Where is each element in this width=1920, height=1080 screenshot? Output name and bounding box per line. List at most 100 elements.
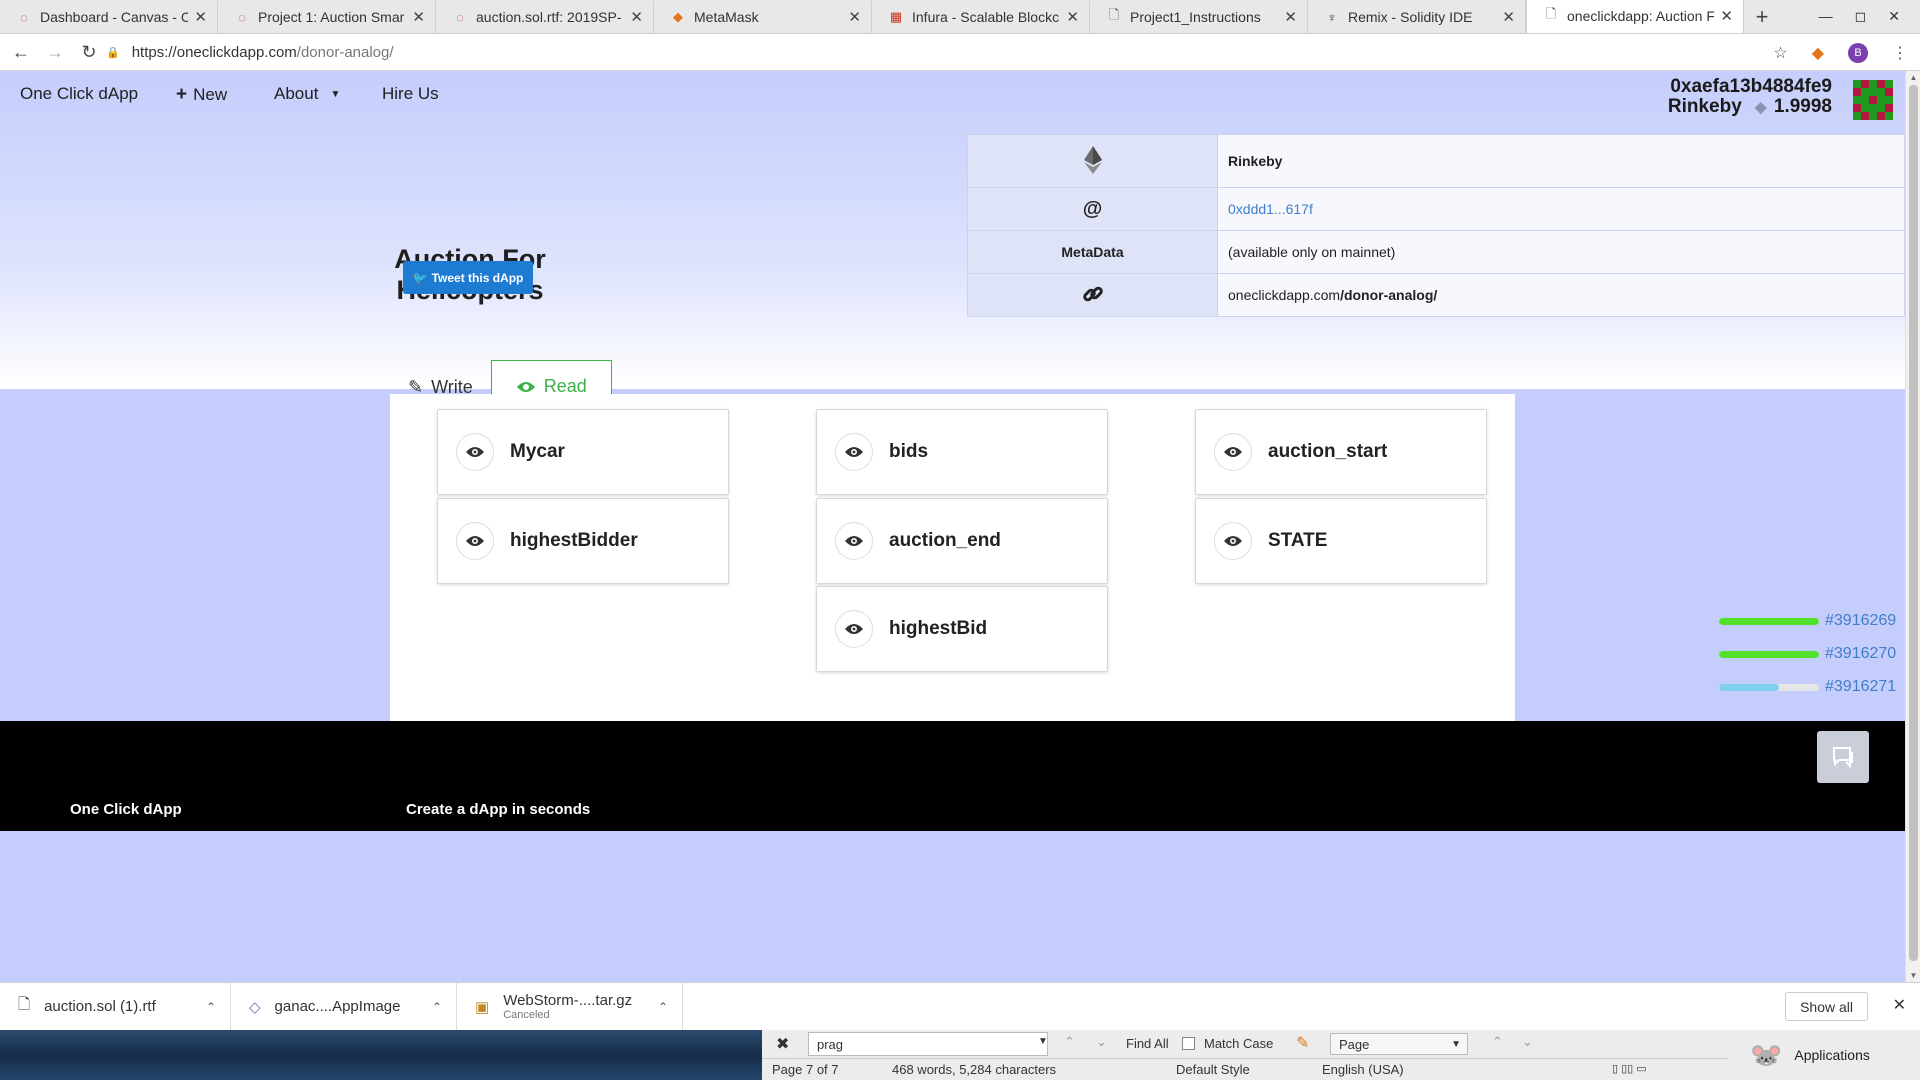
identicon-cell [1869, 80, 1877, 88]
close-icon[interactable]: ✕ [1893, 995, 1906, 1015]
chevron-up-icon[interactable]: ⌃ [658, 1000, 668, 1014]
close-window-icon[interactable]: ✕ [1888, 8, 1900, 25]
tab-close-icon[interactable]: ✕ [1284, 8, 1297, 26]
chevron-up-icon[interactable]: ⌃ [206, 1000, 216, 1014]
tab-close-icon[interactable]: ✕ [848, 8, 861, 26]
find-previous-icon[interactable]: ⌃ [1064, 1034, 1075, 1050]
footer-brand: One Click dApp [70, 801, 182, 818]
bookmark-star-icon[interactable]: ☆ [1773, 43, 1787, 63]
browser-tab-title: MetaMask [694, 9, 759, 25]
close-find-icon[interactable]: ✖ [776, 1034, 789, 1054]
download-item[interactable]: ▣ WebStorm-....tar.gz Canceled ⌃ [457, 982, 683, 1031]
browser-tab-title: Infura - Scalable Blockc [912, 9, 1060, 25]
scroll-down-icon[interactable]: ▼ [1906, 971, 1920, 980]
download-item[interactable]: ◇ ganac....AppImage ⌃ [231, 982, 457, 1031]
block-number-link[interactable]: #3916271 [1825, 678, 1896, 696]
account-identicon [1853, 80, 1893, 120]
read-function-card[interactable]: bids [816, 409, 1108, 495]
function-name: Mycar [510, 441, 565, 462]
eye-icon [835, 522, 873, 560]
browser-tab[interactable]: ♆ Remix - Solidity IDE ✕ [1308, 1, 1526, 33]
read-function-card[interactable]: highestBidder [437, 498, 729, 584]
url-field[interactable]: 🔒 https://oneclickdapp.com/donor-analog/ [106, 38, 1762, 67]
tab-close-icon[interactable]: ✕ [194, 8, 207, 26]
block-progress-fill [1719, 683, 1779, 691]
new-button[interactable]: + New [176, 84, 227, 106]
contract-address-link[interactable]: 0xddd1...617f [1228, 201, 1313, 217]
tab-close-icon[interactable]: ✕ [1502, 8, 1515, 26]
find-next-icon[interactable]: ⌄ [1096, 1034, 1107, 1050]
metamask-extension-icon[interactable]: ◆ [1812, 43, 1824, 63]
browser-tab-title: Project1_Instructions [1130, 9, 1261, 25]
back-icon[interactable]: ← [4, 42, 38, 63]
block-number-link[interactable]: #3916270 [1825, 645, 1896, 663]
block-progress-bar [1719, 650, 1819, 658]
identicon-cell [1885, 88, 1893, 96]
read-function-card[interactable]: auction_end [816, 498, 1108, 584]
browser-tab[interactable]: ◆ MetaMask ✕ [654, 1, 872, 33]
browser-tab[interactable]: ◌ Project 1: Auction Smar ✕ [218, 1, 436, 33]
tab-close-icon[interactable]: ✕ [1066, 8, 1079, 26]
identicon-cell [1877, 88, 1885, 96]
eye-icon [835, 610, 873, 648]
profile-avatar[interactable]: B [1848, 42, 1868, 63]
tab-close-icon[interactable]: ✕ [630, 8, 643, 26]
about-dropdown[interactable]: About ▼ [274, 84, 340, 104]
browser-tab[interactable]: 🗋 oneclickdapp: Auction F ✕ [1526, 0, 1744, 33]
page-previous-icon[interactable]: ⌃ [1492, 1034, 1503, 1050]
page-select[interactable]: Page ▼ [1330, 1033, 1468, 1055]
read-function-card[interactable]: STATE [1195, 498, 1487, 584]
metadata-key: MetaData [967, 230, 1218, 274]
share-link[interactable]: oneclickdapp.com/donor-analog/ [1217, 273, 1905, 317]
find-dropdown-icon[interactable]: ▼ [1038, 1036, 1048, 1047]
reload-icon[interactable]: ↻ [72, 42, 106, 63]
match-case-checkbox[interactable] [1182, 1037, 1195, 1050]
function-name: auction_start [1268, 441, 1388, 462]
document-icon: 🗋 [1108, 7, 1120, 22]
hire-us-link[interactable]: Hire Us [382, 84, 439, 104]
find-replace-icon[interactable]: ✎ [1296, 1033, 1309, 1053]
browser-tab[interactable]: 🗋 Project1_Instructions ✕ [1090, 1, 1308, 33]
block-progress-bar [1719, 617, 1819, 625]
new-tab-button[interactable]: + [1744, 1, 1780, 33]
block-number-link[interactable]: #3916269 [1825, 612, 1896, 630]
brand-link[interactable]: One Click dApp [20, 84, 138, 104]
browser-tab[interactable]: ◌ Dashboard - Canvas - C ✕ [0, 1, 218, 33]
read-function-card[interactable]: auction_start [1195, 409, 1487, 495]
forward-icon[interactable]: → [38, 42, 72, 63]
url-host: https://oneclickdapp.com [131, 44, 297, 61]
block-confirmation: #3916270 [1719, 645, 1896, 663]
lock-icon: 🔒 [106, 47, 120, 59]
page-scrollbar[interactable]: ▲ ▼ [1905, 71, 1920, 982]
tab-close-icon[interactable]: ✕ [1720, 7, 1733, 25]
account-address: 0xaefa13b4884fe9 [1670, 76, 1832, 97]
tweet-button[interactable]: 🐦 Tweet this dApp [403, 261, 533, 294]
applications-menu[interactable]: 🐭 Applications [1728, 1030, 1920, 1080]
view-layout-icon[interactable]: ▯ ▯▯ ▭ [1612, 1062, 1647, 1075]
minimize-icon[interactable]: — [1819, 8, 1833, 24]
download-item[interactable]: 🗋 auction.sol (1).rtf ⌃ [0, 982, 231, 1031]
tab-close-icon[interactable]: ✕ [412, 8, 425, 26]
identicon-cell [1853, 88, 1861, 96]
chat-button[interactable] [1817, 731, 1869, 783]
scrollbar-thumb[interactable] [1909, 85, 1918, 961]
metamask-icon: ◆ [673, 9, 683, 24]
browser-tab[interactable]: ◌ auction.sol.rtf: 2019SP- ✕ [436, 1, 654, 33]
read-function-card[interactable]: highestBid [816, 586, 1108, 672]
contract-info-table: Rinkeby @ 0xddd1...617f MetaData (availa… [967, 134, 1905, 317]
find-all-button[interactable]: Find All [1126, 1036, 1169, 1051]
chevron-up-icon[interactable]: ⌃ [432, 1000, 442, 1014]
find-input[interactable]: prag [808, 1032, 1048, 1056]
file-icon: 🗋 [18, 996, 31, 1013]
show-all-button[interactable]: Show all [1785, 992, 1868, 1021]
eye-icon [456, 522, 494, 560]
browser-tab[interactable]: ▦ Infura - Scalable Blockc ✕ [872, 1, 1090, 33]
read-function-card[interactable]: Mycar [437, 409, 729, 495]
status-style: Default Style [1176, 1062, 1250, 1077]
account-info: 0xaefa13b4884fe9 Rinkeby ◆ 1.9998 [1668, 77, 1832, 118]
account-balance: 1.9998 [1773, 96, 1832, 117]
browser-menu-icon[interactable]: ⋮ [1892, 43, 1908, 63]
scroll-up-icon[interactable]: ▲ [1906, 73, 1920, 82]
maximize-icon[interactable]: ◻ [1855, 8, 1867, 25]
page-next-icon[interactable]: ⌄ [1522, 1034, 1533, 1050]
